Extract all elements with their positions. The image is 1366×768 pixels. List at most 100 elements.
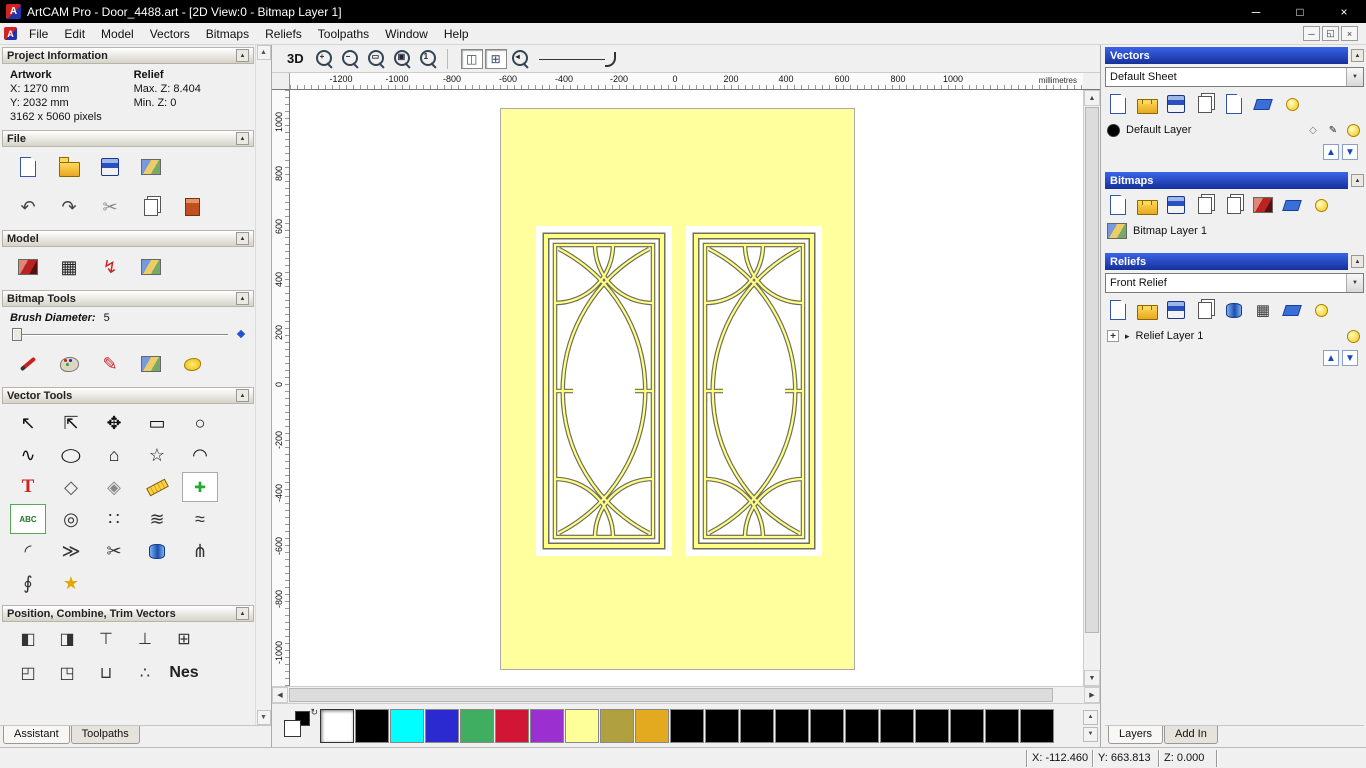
save-bitmap-layer-icon[interactable] xyxy=(1163,194,1189,216)
menu-window[interactable]: Window xyxy=(377,23,436,44)
collapse-section-button[interactable]: ▲ xyxy=(1351,174,1364,187)
zoom-window-icon[interactable]: ▭ xyxy=(365,48,389,70)
palette-swatch-4[interactable] xyxy=(460,709,494,743)
ungroup-vectors-icon[interactable]: ◳ xyxy=(51,660,83,686)
scrollbar-thumb[interactable] xyxy=(1085,107,1099,633)
paint-icon[interactable] xyxy=(10,348,46,380)
edit-layer-icon[interactable]: ✎ xyxy=(1324,121,1342,139)
copy-bitmap-layer-icon[interactable] xyxy=(1221,194,1247,216)
save-vector-layer-icon[interactable] xyxy=(1163,93,1189,115)
palette-swatch-6[interactable] xyxy=(530,709,564,743)
collapse-section-button[interactable]: ▲ xyxy=(236,232,249,245)
flood-fill-icon[interactable] xyxy=(133,348,169,380)
zoom-in-icon[interactable]: + xyxy=(313,48,337,70)
collapse-section-button[interactable]: ▲ xyxy=(236,389,249,402)
notes-icon[interactable] xyxy=(174,191,210,223)
collapse-section-button[interactable]: ▲ xyxy=(236,607,249,620)
scroll-down-button[interactable]: ▼ xyxy=(1084,670,1100,686)
paste-along-curve-icon[interactable]: ∷ xyxy=(96,504,132,534)
primary-color-swatch[interactable] xyxy=(284,720,301,737)
arc-editor-icon[interactable]: ◜ xyxy=(10,536,46,566)
minimize-button[interactable]: ─ xyxy=(1234,0,1278,23)
fit-polyline-icon[interactable]: ≋ xyxy=(139,504,175,534)
paste-vectors-icon[interactable]: ✚ xyxy=(182,472,218,502)
palette-swatch-10[interactable] xyxy=(670,709,704,743)
door-panel-right[interactable] xyxy=(686,226,822,556)
text-on-curve-icon[interactable]: ABC xyxy=(10,504,46,534)
delete-vector-layer-icon[interactable] xyxy=(1250,93,1276,115)
nesting-icon[interactable]: Nes xyxy=(168,660,200,686)
fit-arcs-icon[interactable]: ⋔ xyxy=(182,536,218,566)
tab-add-in[interactable]: Add In xyxy=(1164,726,1218,744)
tab-assistant[interactable]: Assistant xyxy=(3,726,70,744)
palette-swatch-7[interactable] xyxy=(565,709,599,743)
menu-model[interactable]: Model xyxy=(93,23,142,44)
create-star-icon[interactable]: ☆ xyxy=(139,440,175,470)
new-model-icon[interactable] xyxy=(10,151,46,183)
view-3d-button[interactable]: 3D xyxy=(280,49,311,68)
model-texture-icon[interactable] xyxy=(133,251,169,283)
scroll-up-button[interactable]: ▲ xyxy=(1084,90,1100,106)
create-text-icon[interactable]: T xyxy=(10,472,46,502)
create-rectangle-icon[interactable]: ▭ xyxy=(139,408,175,438)
mdi-restore-button[interactable]: ◱ xyxy=(1322,26,1339,41)
offset-vectors-icon[interactable]: ◈ xyxy=(96,472,132,502)
open-bitmap-layer-icon[interactable] xyxy=(1134,194,1160,216)
palette-swatch-16[interactable] xyxy=(880,709,914,743)
vertical-scrollbar[interactable]: ▲ ▼ xyxy=(1083,90,1100,686)
relief-visible-icon[interactable] xyxy=(1344,327,1362,345)
expand-layer-icon[interactable]: ▸ xyxy=(1125,331,1130,342)
align-centre-icon[interactable]: ⊞ xyxy=(168,626,200,652)
collapse-section-button[interactable]: ▲ xyxy=(236,49,249,62)
paste-icon[interactable] xyxy=(133,191,169,223)
relief-envelope-icon[interactable]: ↯ xyxy=(92,251,128,283)
merge-bitmap-layers-icon[interactable] xyxy=(1192,194,1218,216)
horizontal-scrollbar[interactable]: ◀ ▶ xyxy=(272,686,1100,703)
toggle-bitmap-visibility-icon[interactable] xyxy=(1308,194,1334,216)
layer-color-swatch[interactable] xyxy=(1107,124,1120,137)
maximize-button[interactable]: □ xyxy=(1278,0,1322,23)
select-vectors-icon[interactable]: ↖ xyxy=(10,408,46,438)
palette-swatch-11[interactable] xyxy=(705,709,739,743)
copy-vector-layer-icon[interactable] xyxy=(1221,93,1247,115)
zoom-previous-icon[interactable]: ◂ xyxy=(509,48,533,70)
relief-stack-icon[interactable] xyxy=(1221,299,1247,321)
delete-relief-layer-icon[interactable] xyxy=(1279,299,1305,321)
palette-swatch-18[interactable] xyxy=(950,709,984,743)
vector-layer-row[interactable]: Default Layer ◇✎ xyxy=(1105,118,1364,142)
undo-icon[interactable]: ↶ xyxy=(10,191,46,223)
new-bitmap-layer-icon[interactable] xyxy=(1105,194,1131,216)
trim-overlap-icon[interactable]: ∴ xyxy=(129,660,161,686)
tab-layers[interactable]: Layers xyxy=(1108,726,1163,744)
move-layer-up-button[interactable]: ▲ xyxy=(1323,350,1339,366)
collapse-section-button[interactable]: ▲ xyxy=(1351,49,1364,62)
panel-scrollbar[interactable]: ▲ ▼ xyxy=(255,45,271,725)
toggle-all-vectors-icon[interactable] xyxy=(1279,93,1305,115)
palette-swatch-9[interactable] xyxy=(635,709,669,743)
align-top-icon[interactable]: ⊤ xyxy=(90,626,122,652)
scroll-right-button[interactable]: ▶ xyxy=(1084,687,1100,703)
toggle-relief-visibility-icon[interactable] xyxy=(1308,299,1334,321)
sheet-select[interactable]: Default Sheet ▼ xyxy=(1105,67,1364,87)
menu-vectors[interactable]: Vectors xyxy=(142,23,198,44)
scroll-left-button[interactable]: ◀ xyxy=(272,687,288,703)
align-bottom-icon[interactable]: ⊥ xyxy=(129,626,161,652)
align-left-icon[interactable]: ◧ xyxy=(12,626,44,652)
envelope-distort-icon[interactable]: ◎ xyxy=(53,504,89,534)
dimension-icon[interactable] xyxy=(139,472,175,502)
set-model-size-icon[interactable] xyxy=(10,251,46,283)
open-vector-layer-icon[interactable] xyxy=(1134,93,1160,115)
zoom-100-icon[interactable]: 1 xyxy=(417,48,441,70)
palette-swatch-0[interactable] xyxy=(320,709,354,743)
door-panel-left[interactable] xyxy=(536,226,672,556)
magic-wand-icon[interactable] xyxy=(174,348,210,380)
collapse-section-button[interactable]: ▲ xyxy=(1351,255,1364,268)
export-model-icon[interactable] xyxy=(133,151,169,183)
relief-grid-icon[interactable]: ▦ xyxy=(1250,299,1276,321)
adjust-model-icon[interactable]: ▦ xyxy=(51,251,87,283)
menu-help[interactable]: Help xyxy=(436,23,477,44)
vector-boundary-icon[interactable]: ∮ xyxy=(10,568,46,598)
palette-swatch-15[interactable] xyxy=(845,709,879,743)
stroke-preview[interactable] xyxy=(535,48,559,70)
palette-scroll-up-button[interactable]: ▲ xyxy=(1083,710,1098,725)
